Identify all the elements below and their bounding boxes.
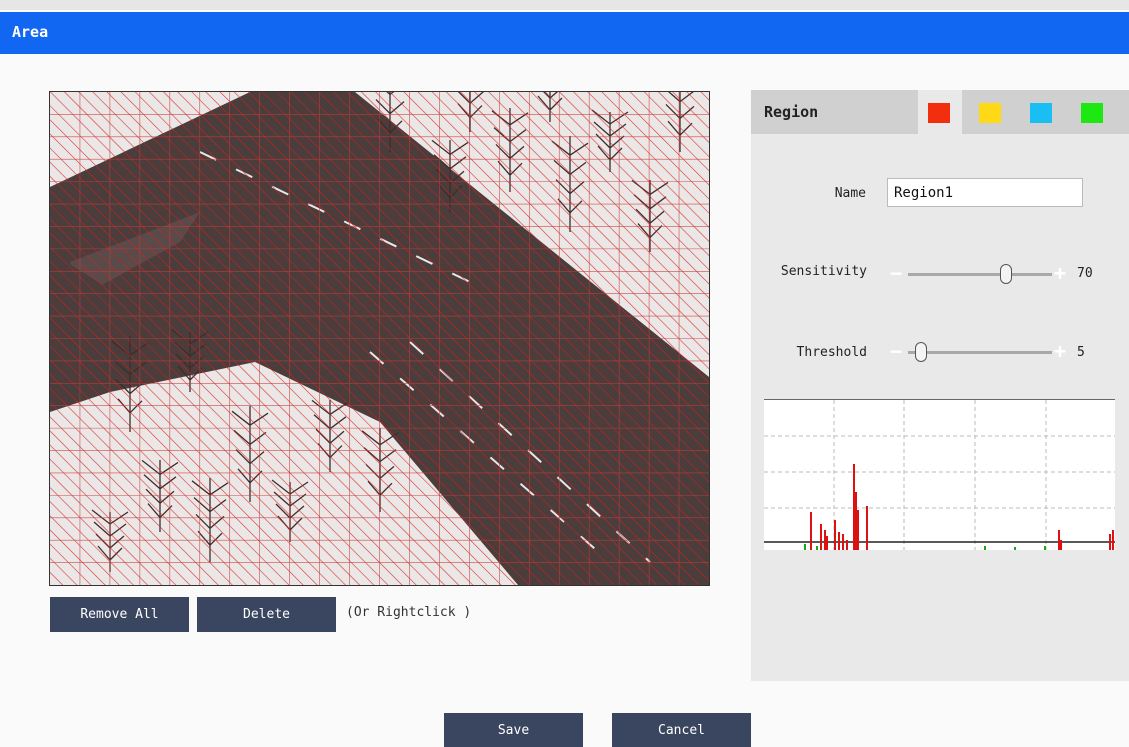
graph-bar: [824, 530, 826, 550]
minus-icon[interactable]: −: [890, 341, 902, 361]
graph-bar: [857, 510, 859, 550]
graph-bar: [820, 524, 822, 550]
plus-icon[interactable]: +: [1054, 263, 1066, 283]
sensitivity-slider[interactable]: − +: [888, 263, 1072, 284]
motion-graph: [764, 399, 1115, 550]
graph-bar: [838, 532, 840, 550]
region-color-yellow[interactable]: [979, 103, 1001, 123]
delete-button[interactable]: Delete: [197, 597, 336, 632]
sensitivity-label: Sensitivity: [780, 264, 867, 279]
graph-bar: [866, 506, 868, 550]
region-name-input[interactable]: [887, 178, 1083, 207]
graph-bar: [810, 512, 812, 550]
graph-bar: [1112, 530, 1114, 550]
graph-bar: [1014, 547, 1016, 550]
graph-bar: [984, 546, 986, 550]
page-header: Area: [0, 12, 1129, 54]
graph-bar: [804, 544, 806, 550]
sensitivity-value: 70: [1077, 266, 1093, 281]
plus-icon[interactable]: +: [1054, 341, 1066, 361]
sensitivity-thumb[interactable]: [1000, 264, 1013, 284]
threshold-label: Threshold: [796, 345, 867, 360]
region-color-green[interactable]: [1081, 103, 1103, 123]
graph-bar: [826, 536, 828, 550]
graph-bar: [853, 464, 855, 550]
graph-bar: [846, 540, 848, 550]
threshold-thumb[interactable]: [914, 342, 927, 362]
minus-icon[interactable]: −: [890, 263, 902, 283]
remove-all-button[interactable]: Remove All: [50, 597, 189, 632]
graph-bar: [1044, 546, 1046, 550]
motion-graph-canvas: [764, 400, 1115, 550]
graph-bar: [816, 546, 818, 550]
page-title: Area: [12, 23, 49, 41]
name-label: Name: [834, 186, 866, 201]
graph-bar: [1109, 534, 1111, 550]
graph-bar: [842, 534, 844, 550]
top-strip: [0, 0, 1129, 10]
save-button[interactable]: Save: [444, 713, 583, 747]
graph-bar: [834, 520, 836, 550]
region-color-red[interactable]: [928, 103, 950, 123]
video-canvas[interactable]: [50, 92, 709, 585]
region-header: Region: [751, 90, 1129, 134]
cancel-button[interactable]: Cancel: [612, 713, 751, 747]
region-title: Region: [764, 103, 819, 121]
video-preview[interactable]: [49, 91, 710, 586]
graph-bar: [855, 492, 857, 550]
graph-bar: [1060, 540, 1062, 550]
threshold-value: 5: [1077, 345, 1085, 360]
sensitivity-track: [908, 273, 1052, 276]
region-color-blue[interactable]: [1030, 103, 1052, 123]
rightclick-hint: (Or Rightclick ): [346, 605, 472, 620]
graph-bar: [1058, 530, 1060, 550]
threshold-track: [908, 351, 1052, 354]
threshold-slider[interactable]: − +: [888, 341, 1072, 362]
